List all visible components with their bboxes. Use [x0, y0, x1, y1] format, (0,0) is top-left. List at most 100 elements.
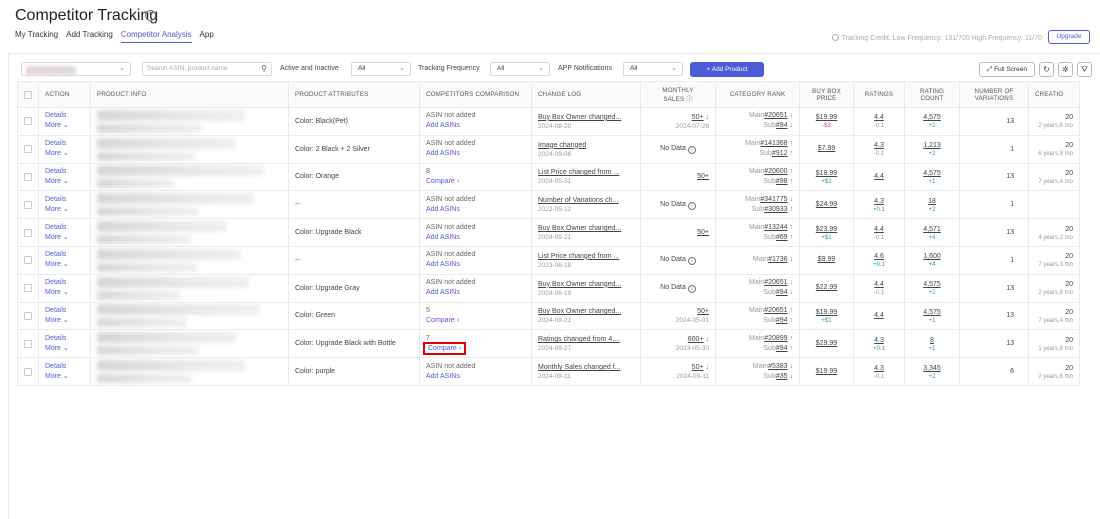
- add-asins-link[interactable]: Add ASINs: [426, 206, 460, 213]
- details-link[interactable]: Details: [45, 111, 84, 121]
- rating-value[interactable]: 4.6: [860, 252, 898, 262]
- more-menu[interactable]: More ⌄: [45, 288, 84, 298]
- rank-sub-value[interactable]: #912: [772, 150, 788, 157]
- change-log-text[interactable]: List Price changed from ...: [538, 168, 634, 178]
- rating-value[interactable]: 4.3: [860, 197, 898, 207]
- col-created[interactable]: CREATIO: [1028, 81, 1080, 108]
- rating-value[interactable]: 4.3: [860, 141, 898, 151]
- product-title-blurred[interactable]: [97, 360, 245, 372]
- table-row[interactable]: Details More ⌄ -- ASIN not added Add ASINs…: [17, 190, 1080, 220]
- active-filter-select[interactable]: All ⌄: [351, 62, 411, 76]
- rating-value[interactable]: 4.4: [860, 280, 898, 290]
- col-monthly-sales[interactable]: MONTHLY SALES ⓘ: [640, 81, 716, 108]
- change-log-text[interactable]: Ratings changed from 4....: [538, 335, 634, 345]
- change-log-text[interactable]: Buy Box Owner changed...: [538, 307, 634, 317]
- col-rating-count[interactable]: RATING COUNT: [904, 81, 960, 108]
- rating-count-value[interactable]: 18: [911, 197, 953, 207]
- row-select-cell[interactable]: [17, 107, 39, 136]
- more-menu[interactable]: More ⌄: [45, 344, 84, 354]
- notification-filter-select[interactable]: All ⌄: [623, 62, 683, 76]
- change-log-text[interactable]: List Price changed from ...: [538, 252, 634, 262]
- buybox-price-value[interactable]: $19.99: [806, 308, 847, 318]
- buybox-price-value[interactable]: $22.99: [806, 283, 847, 293]
- change-log-text[interactable]: Buy Box Owner changed...: [538, 280, 634, 290]
- table-row[interactable]: Details More ⌄ Color: purple ASIN not add…: [17, 357, 1080, 386]
- tab-add-tracking[interactable]: Add Tracking: [66, 30, 113, 43]
- add-asins-link[interactable]: Add ASINs: [426, 289, 460, 296]
- product-title-blurred[interactable]: [97, 248, 242, 260]
- store-select[interactable]: ⌄: [21, 62, 131, 76]
- tab-my-tracking[interactable]: My Tracking: [15, 30, 58, 43]
- details-link[interactable]: Details: [45, 250, 84, 260]
- rank-sub-value[interactable]: #94: [776, 289, 788, 296]
- buybox-price-value[interactable]: $7.99: [806, 144, 847, 154]
- details-link[interactable]: Details: [45, 139, 84, 149]
- details-link[interactable]: Details: [45, 167, 84, 177]
- product-title-blurred[interactable]: [97, 276, 249, 288]
- rating-count-value[interactable]: 4,571: [911, 225, 953, 235]
- details-link[interactable]: Details: [45, 223, 84, 233]
- rank-main-value[interactable]: #5383: [768, 363, 787, 370]
- col-variations[interactable]: NUMBER OF VARIATIONS: [959, 81, 1029, 108]
- buybox-price-value[interactable]: $19.99: [806, 367, 847, 377]
- change-log-text[interactable]: Buy Box Owner changed...: [538, 224, 634, 234]
- add-asins-link[interactable]: Add ASINs: [426, 373, 460, 380]
- compare-link[interactable]: Compare ›: [426, 178, 459, 185]
- search-input[interactable]: Search ASIN, product name ⚲: [142, 62, 272, 76]
- change-log-text[interactable]: Buy Box Owner changed...: [538, 113, 634, 123]
- table-row[interactable]: Details More ⌄ Color: Upgrade Black ASIN …: [17, 218, 1080, 247]
- rank-sub-value[interactable]: #30933: [764, 206, 787, 213]
- filter-icon[interactable]: ⛛: [1077, 62, 1092, 77]
- col-category-rank[interactable]: CATEGORY RANK: [715, 81, 800, 108]
- monthly-sales-value[interactable]: 50+: [697, 308, 709, 315]
- row-select-cell[interactable]: [17, 245, 39, 275]
- monthly-sales-value[interactable]: 50+: [692, 114, 704, 121]
- refresh-icon[interactable]: ↻: [1039, 62, 1054, 77]
- product-title-blurred[interactable]: [97, 165, 264, 177]
- product-title-blurred[interactable]: [97, 193, 255, 205]
- table-row[interactable]: Details More ⌄ Color: Upgrade Gray ASIN n…: [17, 273, 1080, 303]
- row-checkbox[interactable]: [24, 256, 32, 265]
- info-icon[interactable]: i: [687, 201, 696, 210]
- monthly-sales-value[interactable]: 50+: [697, 229, 709, 236]
- info-icon[interactable]: i: [687, 285, 696, 294]
- table-row[interactable]: Details More ⌄ Color: Upgrade Black with …: [17, 329, 1080, 359]
- row-checkbox[interactable]: [24, 228, 32, 237]
- rank-main-value[interactable]: #20600: [764, 168, 787, 175]
- more-menu[interactable]: More ⌄: [45, 316, 84, 326]
- frequency-filter-select[interactable]: All ⌄: [490, 62, 550, 76]
- rank-sub-value[interactable]: #94: [776, 345, 788, 352]
- rank-sub-value[interactable]: #98: [776, 178, 788, 185]
- tab-competitor-analysis[interactable]: Competitor Analysis: [120, 30, 192, 43]
- buybox-price-value[interactable]: $9.99: [806, 255, 847, 265]
- product-title-blurred[interactable]: [97, 332, 236, 344]
- rank-main-value[interactable]: #341775: [760, 196, 787, 203]
- details-link[interactable]: Details: [45, 306, 84, 316]
- info-icon[interactable]: i: [687, 257, 696, 266]
- table-row[interactable]: Details More ⌄ Color: Black(Pet) ASIN not…: [17, 107, 1080, 136]
- row-checkbox[interactable]: [24, 145, 32, 154]
- add-product-button[interactable]: + Add Product: [690, 62, 764, 77]
- product-title-blurred[interactable]: [97, 109, 245, 121]
- rating-count-value[interactable]: 4,575: [911, 169, 953, 179]
- rating-value[interactable]: 4.4: [860, 311, 898, 321]
- rank-sub-value[interactable]: #94: [776, 122, 788, 129]
- rank-sub-value[interactable]: #94: [776, 317, 788, 324]
- info-icon[interactable]: ⓘ: [686, 96, 692, 103]
- help-icon[interactable]: ?: [145, 10, 156, 21]
- buybox-price-value[interactable]: $18.99: [806, 169, 847, 179]
- table-row[interactable]: Details More ⌄ Color: 2 Black + 2 Silver …: [17, 134, 1080, 164]
- rank-main-value[interactable]: #20651: [764, 279, 787, 286]
- info-icon[interactable]: i: [687, 146, 696, 155]
- monthly-sales-value[interactable]: 50+: [692, 364, 704, 371]
- change-log-text[interactable]: Monthly Sales changed f...: [538, 363, 634, 373]
- row-select-cell[interactable]: [17, 162, 39, 192]
- row-select-cell[interactable]: [17, 357, 39, 386]
- table-row[interactable]: Details More ⌄ -- ASIN not added Add ASINs…: [17, 245, 1080, 275]
- product-title-blurred[interactable]: [97, 221, 227, 233]
- row-checkbox[interactable]: [24, 284, 32, 293]
- rank-main-value[interactable]: #20651: [764, 112, 787, 119]
- rank-main-value[interactable]: #13244: [764, 224, 787, 231]
- product-title-blurred[interactable]: [97, 304, 260, 316]
- add-asins-link[interactable]: Add ASINs: [426, 122, 460, 129]
